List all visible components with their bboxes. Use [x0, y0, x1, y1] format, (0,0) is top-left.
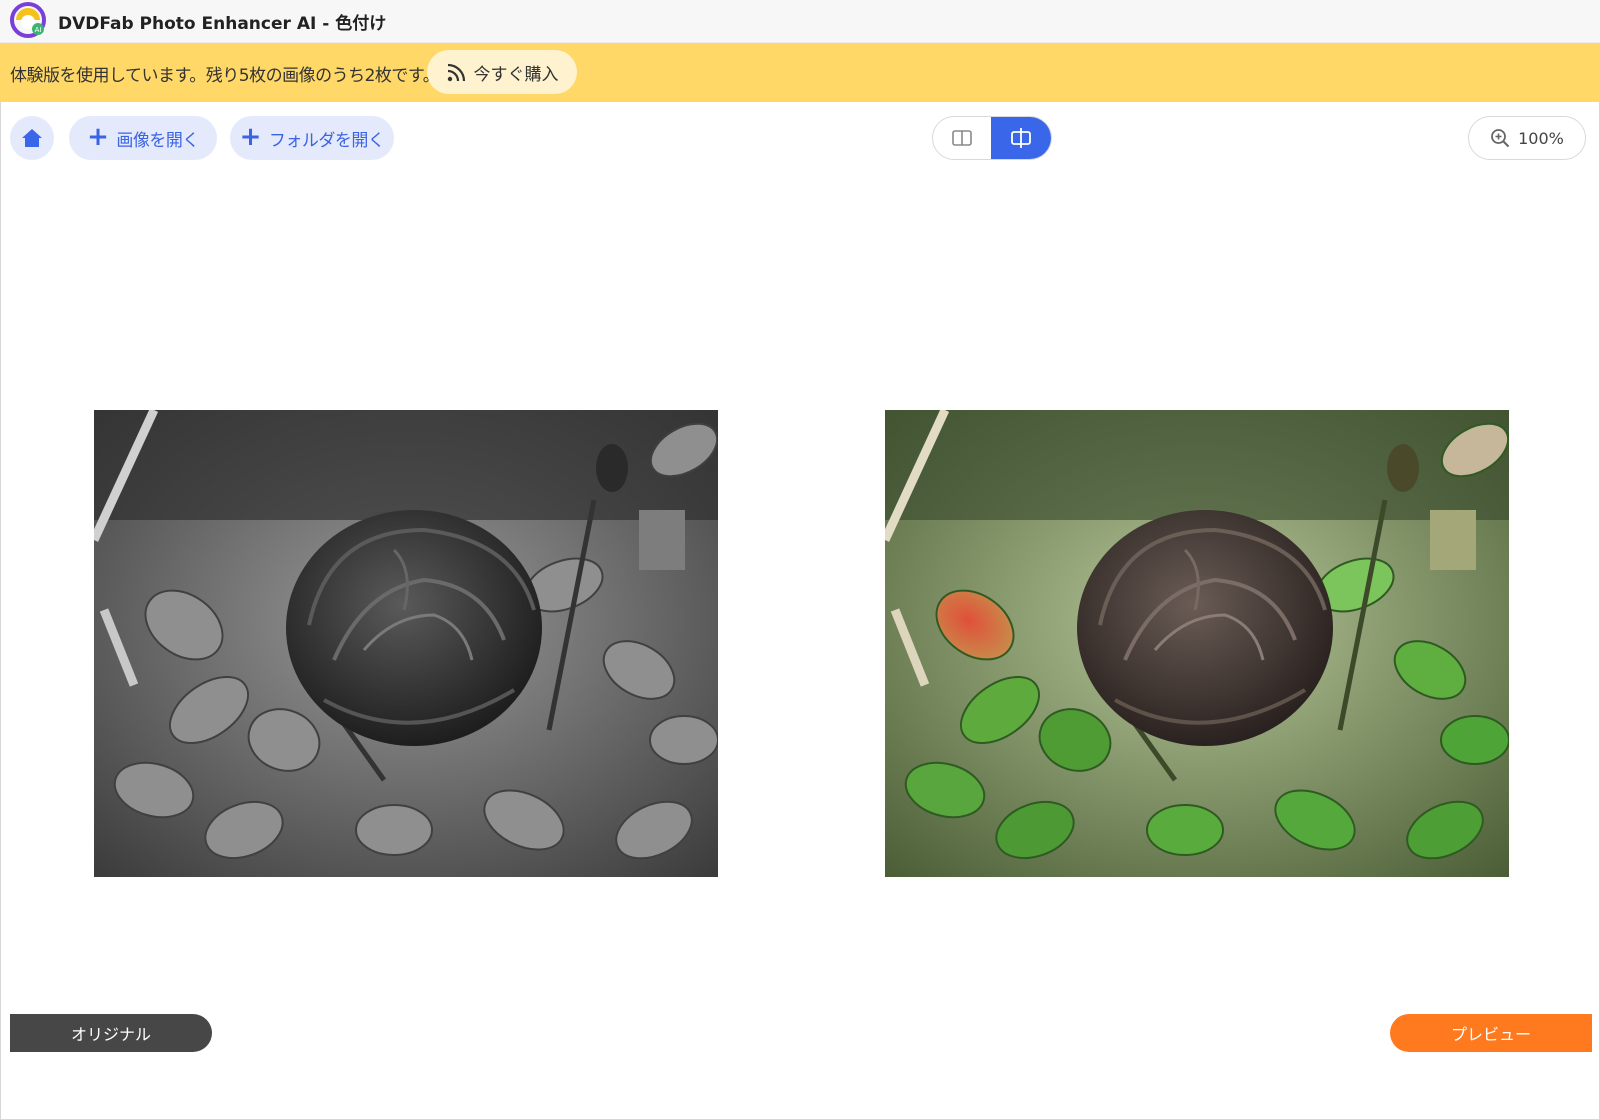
open-image-label: 画像を開く — [116, 130, 199, 151]
rss-icon — [447, 63, 465, 82]
preview-tag: プレビュー — [1390, 1014, 1592, 1052]
trial-message: 体験版を使用しています。残り5枚の画像のうち2枚です。 — [10, 66, 440, 86]
side-by-side-view-button[interactable] — [991, 117, 1051, 159]
plus-icon: + — [87, 121, 109, 152]
original-tag: オリジナル — [10, 1014, 212, 1052]
original-label: オリジナル — [70, 1025, 151, 1044]
preview-label: プレビュー — [1450, 1025, 1531, 1044]
side-by-side-icon — [1011, 128, 1031, 148]
zoom-control[interactable]: 100% — [1468, 116, 1586, 160]
split-view-icon — [952, 130, 972, 146]
title-bar: AI DVDFab Photo Enhancer AI - 色付け — [0, 0, 1600, 43]
buy-now-label: 今すぐ購入 — [473, 64, 559, 85]
app-title: DVDFab Photo Enhancer AI - 色付け — [58, 14, 387, 34]
view-mode-toggle — [932, 116, 1052, 160]
home-icon — [22, 129, 42, 147]
open-folder-label: フォルダを開く — [268, 130, 385, 151]
plus-icon: + — [239, 121, 262, 152]
app-logo-icon: AI — [10, 2, 46, 38]
split-view-button[interactable] — [933, 117, 991, 159]
zoom-in-icon — [1491, 129, 1510, 148]
open-image-button[interactable]: + 画像を開く — [69, 116, 217, 160]
open-folder-button[interactable]: + フォルダを開く — [230, 116, 394, 160]
home-button[interactable] — [10, 116, 54, 160]
preview-image — [885, 410, 1509, 877]
buy-now-button[interactable]: 今すぐ購入 — [427, 50, 577, 94]
svg-text:AI: AI — [35, 26, 42, 34]
trial-banner: 体験版を使用しています。残り5枚の画像のうち2枚です。 今すぐ購入 — [0, 43, 1600, 102]
original-image — [94, 410, 718, 877]
zoom-level: 100% — [1518, 128, 1564, 148]
